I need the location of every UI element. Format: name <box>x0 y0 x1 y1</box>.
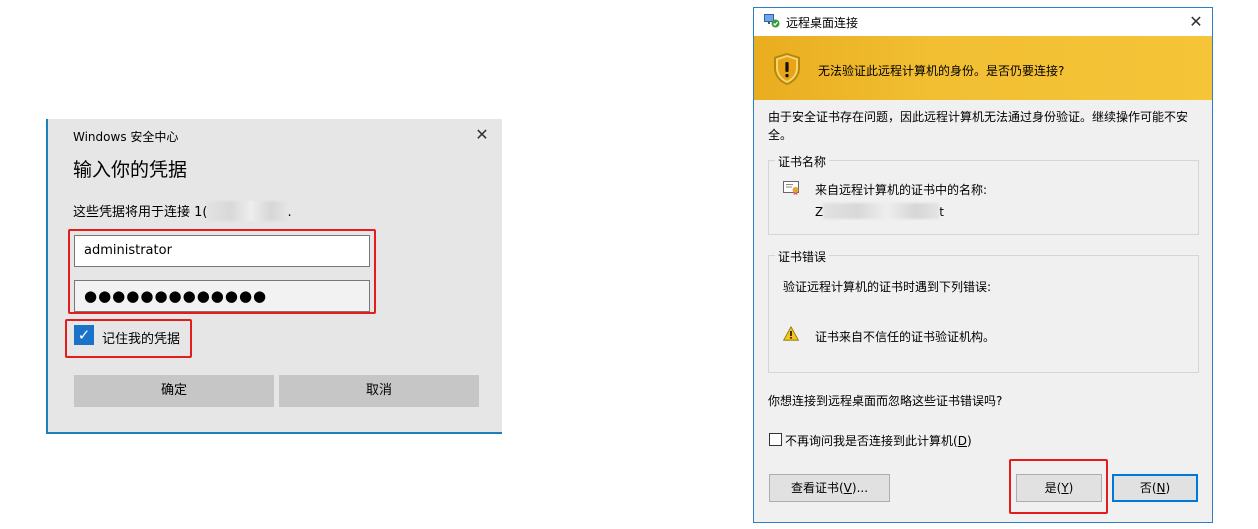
checkmark-icon: ✓ <box>77 326 91 344</box>
banner-message: 无法验证此远程计算机的身份。是否仍要连接? <box>818 64 1065 78</box>
remember-label: 记住我的凭据 <box>102 332 181 347</box>
dialog-title: 远程桌面连接 <box>786 16 859 30</box>
password-field[interactable]: ●●●●●●●●●●●●● <box>74 280 370 312</box>
name-suffix: t <box>939 205 944 219</box>
certificate-name-group: 证书名称 来自远程计算机的证书中的名称: Zt <box>768 153 1199 235</box>
view-certificate-button[interactable]: 查看证书(V)... <box>769 474 890 502</box>
dont-ask-label[interactable]: 不再询问我是否连接到此计算机(D) <box>785 432 972 449</box>
cancel-button[interactable]: 取消 <box>279 375 479 407</box>
certificate-name-label: 来自远程计算机的证书中的名称: <box>815 183 988 197</box>
group-label: 证书名称 <box>775 153 830 170</box>
group-label: 证书错误 <box>775 248 830 265</box>
remote-desktop-icon <box>764 14 780 28</box>
page-title: 输入你的凭据 <box>73 159 188 181</box>
redacted-host <box>207 201 288 221</box>
no-button[interactable]: 否(N) <box>1112 474 1198 502</box>
title-bar: 远程桌面连接 ✕ <box>754 8 1212 36</box>
close-icon[interactable]: ✕ <box>1186 12 1206 32</box>
warning-triangle-icon <box>783 326 799 341</box>
security-warning-text: 由于安全证书存在问题，因此远程计算机无法通过身份验证。继续操作可能不安全。 <box>768 110 1189 142</box>
warning-shield-icon <box>774 53 800 85</box>
warning-banner: 无法验证此远程计算机的身份。是否仍要连接? <box>754 36 1212 100</box>
remote-desktop-dialog: 远程桌面连接 ✕ 无法验证此远程计算机的身份。是否仍要连接? 由于安全证书存在问… <box>753 7 1213 523</box>
description-suffix: . <box>287 205 292 220</box>
windows-security-dialog: Windows 安全中心 ✕ 输入你的凭据 这些凭据将用于连接 1(. admi… <box>46 119 502 434</box>
description-prefix: 这些凭据将用于连接 1( <box>73 205 208 220</box>
name-prefix: Z <box>815 205 824 219</box>
certificate-name-value: Zt <box>815 203 944 219</box>
certificate-icon <box>783 181 799 195</box>
connection-description: 这些凭据将用于连接 1(. <box>73 201 292 221</box>
certificate-error-group: 证书错误 验证远程计算机的证书时遇到下列错误: 证书来自不信任的证书验证机构。 <box>768 248 1199 373</box>
error-description: 验证远程计算机的证书时遇到下列错误: <box>783 280 992 294</box>
yes-button[interactable]: 是(Y) <box>1016 474 1102 502</box>
ok-button[interactable]: 确定 <box>74 375 274 407</box>
connect-question: 你想连接到远程桌面而忽略这些证书错误吗? <box>768 394 1003 408</box>
remember-checkbox[interactable]: ✓ <box>74 325 94 345</box>
error-item: 证书来自不信任的证书验证机构。 <box>815 330 996 344</box>
dialog-title: Windows 安全中心 <box>73 130 179 144</box>
close-icon[interactable]: ✕ <box>472 125 492 145</box>
username-field[interactable]: administrator <box>74 235 370 267</box>
redacted-name <box>823 203 940 219</box>
dont-ask-checkbox[interactable] <box>769 433 782 446</box>
